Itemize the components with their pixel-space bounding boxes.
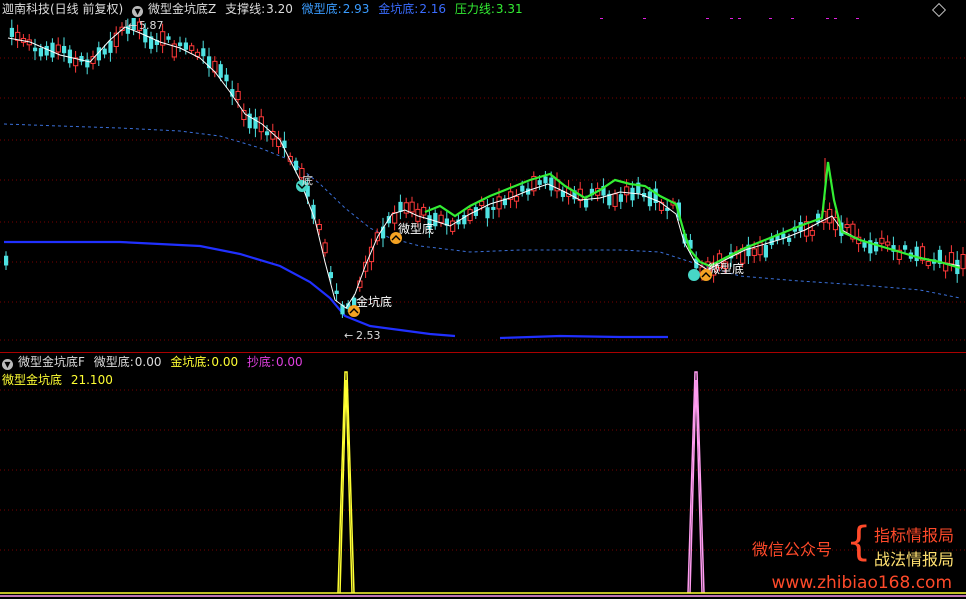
micro-label: 微型底: (301, 2, 342, 16)
support-value: 3.20 (266, 2, 293, 16)
gold-signal: 金坑底 (348, 294, 392, 317)
svg-text:底: 底 (302, 173, 313, 187)
svg-text:金坑底: 金坑底 (356, 294, 392, 309)
sub-chart (0, 371, 966, 597)
candle-body (398, 201, 403, 212)
candle-body (9, 27, 14, 37)
candle-body (33, 47, 38, 52)
candle-body (584, 198, 589, 208)
gold-label: 金坑底: (378, 2, 419, 16)
candle-body (189, 45, 195, 51)
gold-value: 2.16 (419, 2, 447, 16)
candle-body (948, 252, 955, 265)
candle-body (763, 245, 768, 258)
candle-body (925, 261, 931, 267)
candle-body (38, 48, 43, 57)
micro-signal-icon (700, 269, 712, 281)
candle-body (960, 254, 966, 270)
candle-body (224, 74, 229, 82)
candle-body (392, 212, 398, 224)
low-value: 2.53 (356, 329, 381, 342)
candle-body (67, 49, 72, 64)
main-chart-header: 迦南科技(日线 前复权) ▼ 微型金坑底Z 支撑线:3.20 微型底:2.93 金… (2, 1, 528, 17)
candle-body (879, 237, 885, 244)
indicator-name: 微型金坑底Z (148, 2, 217, 16)
candle-body (178, 42, 183, 47)
candle-body (218, 64, 223, 78)
svg-text:微型底: 微型底 (708, 261, 744, 276)
candle-body (409, 201, 415, 213)
candle-body (844, 223, 850, 229)
candle-body (316, 223, 322, 231)
svg-text:微型底: 微型底 (398, 221, 434, 236)
candle-body (166, 36, 171, 40)
candle-body (491, 206, 496, 210)
candle-body (322, 242, 328, 254)
watermark-url: www.zhibiao168.com (771, 573, 952, 593)
watermark-line2: 战法情报局 (873, 550, 954, 569)
candle-body (201, 48, 206, 57)
candle-body (885, 241, 891, 246)
candle-body (549, 177, 554, 191)
pressure-label: 压力线: (454, 2, 495, 16)
candle-body (334, 290, 339, 294)
candle-body (537, 180, 542, 185)
low-annotation: ← (344, 329, 353, 342)
gold-signal-icon (348, 305, 360, 317)
micro-value: 2.93 (342, 2, 370, 16)
candle-body (903, 245, 908, 250)
support-label: 支撑线: (225, 2, 266, 16)
candle-body (102, 48, 107, 55)
candle-body (513, 195, 520, 202)
candle-body (44, 45, 49, 56)
wechat-label: 微信公众号 (752, 540, 833, 559)
candle-body (787, 237, 792, 242)
brace-glyph: { (846, 519, 872, 565)
candle-body (108, 40, 113, 53)
candle-body (624, 186, 630, 196)
candle-body (485, 207, 490, 219)
high-value: 5.87 (139, 19, 164, 32)
watermark-line1: 指标情报局 (873, 526, 954, 545)
candle-body (496, 196, 502, 210)
candle-body (450, 220, 456, 232)
candle-body (55, 44, 61, 53)
candle-body (183, 42, 188, 50)
di-signal: 底 (296, 173, 313, 192)
candle-body (265, 131, 270, 136)
candle-body (50, 42, 55, 58)
pressure-value: 3.31 (495, 2, 523, 16)
candle-body (630, 187, 635, 201)
candle-body (914, 246, 919, 262)
candle-body (543, 176, 548, 184)
candle-body (235, 90, 241, 101)
micro-signal-icon (390, 232, 402, 244)
candle-body (618, 194, 623, 202)
candle-body (751, 248, 757, 256)
diamond-icon[interactable] (931, 2, 947, 18)
candle-body (62, 45, 67, 54)
high-annotation: ← (128, 19, 137, 32)
collapse-icon[interactable]: ▼ (132, 6, 144, 17)
micro-signal-1: 微型底 (390, 221, 434, 244)
candle-body (4, 255, 9, 266)
candle-body (862, 242, 867, 248)
candle-body (809, 230, 815, 236)
stock-title: 迦南科技(日线 前复权) (2, 2, 124, 16)
candle-body (520, 185, 525, 192)
price-chart: ← 5.87 ← 2.53 底 金坑底 微型底 微型底 (0, 18, 966, 342)
candle-body (438, 214, 444, 223)
micro-signal-icon (688, 269, 700, 281)
candle-body (612, 193, 618, 207)
